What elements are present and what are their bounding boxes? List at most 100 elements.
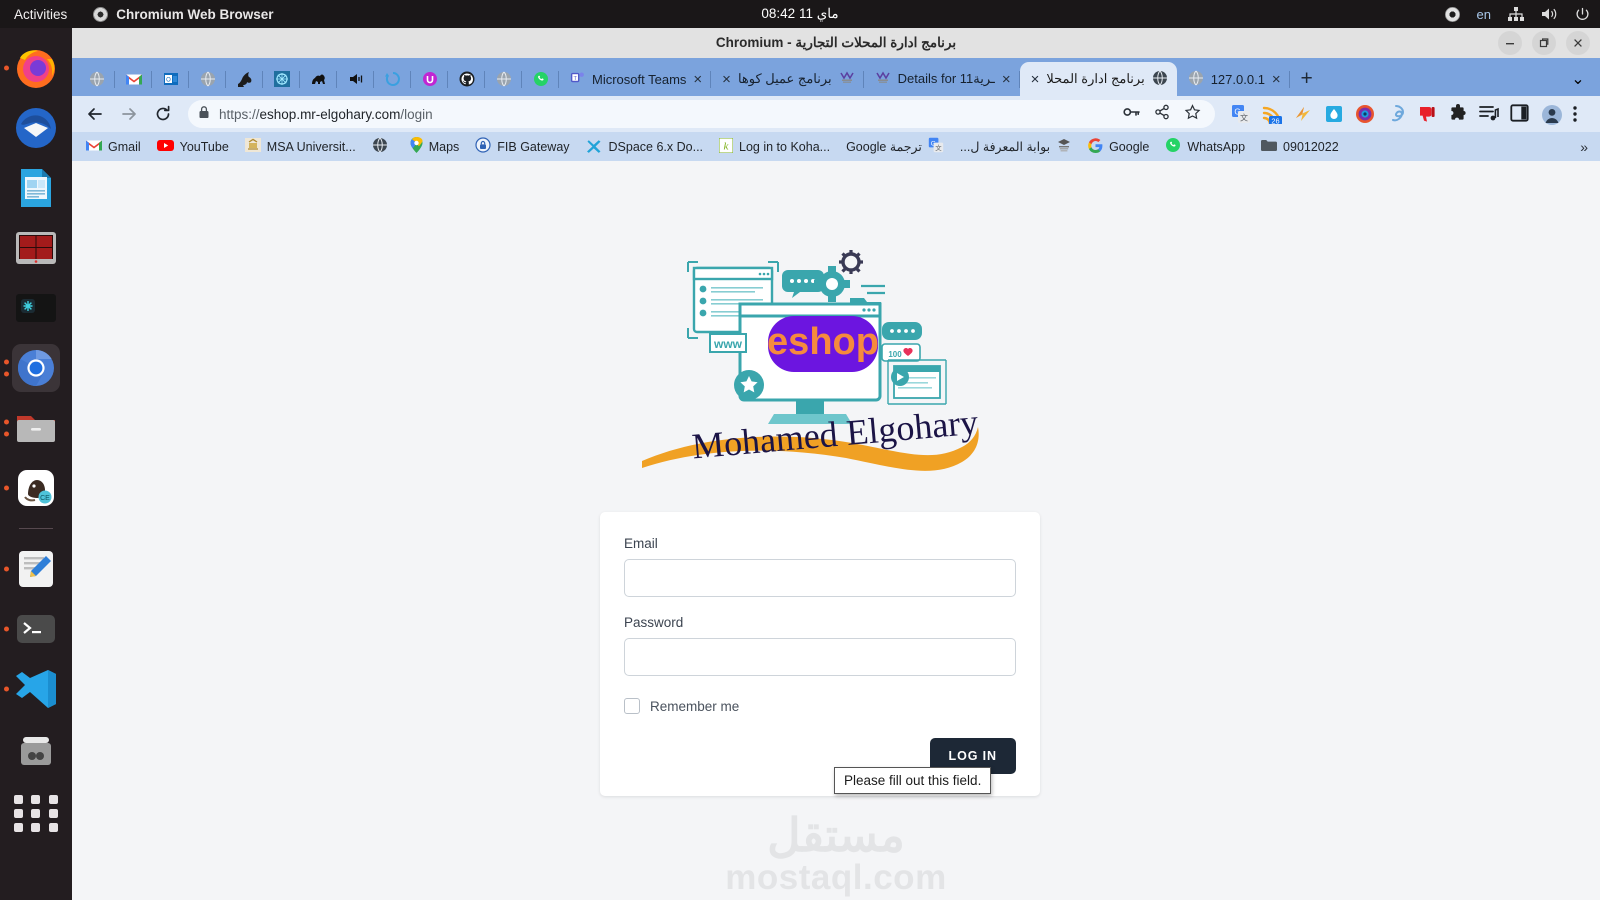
youtube-dislike-icon[interactable]: [1417, 104, 1437, 124]
bookmark-globe[interactable]: [364, 134, 402, 159]
bookmarks-overflow-button[interactable]: »: [1580, 139, 1594, 155]
running-indicator: [4, 485, 9, 491]
activities-button[interactable]: Activities: [0, 7, 81, 22]
tab-close-icon[interactable]: ×: [1031, 72, 1040, 87]
bookmark-msa-university[interactable]: MSA Universit...: [237, 135, 364, 158]
bookmark-knowledge-gateway[interactable]: بوابة المعرفة ل...: [952, 135, 1080, 159]
running-indicator: [4, 65, 9, 71]
bookmark-google[interactable]: Google: [1080, 135, 1157, 159]
keyboard-layout-indicator[interactable]: en: [1477, 7, 1491, 22]
bookmark-folder-09012022[interactable]: 09012022: [1253, 136, 1347, 158]
tab-close-icon[interactable]: ×: [1272, 72, 1281, 87]
star-icon[interactable]: [1184, 103, 1201, 125]
running-indicator-2: [4, 371, 9, 377]
dock-item-vscode[interactable]: [4, 665, 60, 713]
lightning-icon[interactable]: [1293, 104, 1313, 124]
rss-reader-icon[interactable]: 26: [1262, 104, 1282, 125]
tab-active-eshop[interactable]: برنامج ادارة المحلا ×: [1019, 62, 1177, 96]
tab-favicon-outlook[interactable]: O: [152, 62, 189, 96]
forward-button[interactable]: [114, 99, 144, 129]
water-drop-icon[interactable]: [1324, 104, 1344, 124]
running-indicator: [4, 359, 9, 365]
tab-strip: O T Microsoft Teams × برنامج عميل كوها ×…: [72, 58, 1600, 96]
dock-item-terminal-grid[interactable]: [12, 224, 60, 272]
camera-lens-icon[interactable]: [1355, 104, 1375, 124]
share-icon[interactable]: [1154, 104, 1170, 125]
profile-avatar-icon[interactable]: [1541, 104, 1562, 125]
dock-item-files[interactable]: [4, 404, 60, 452]
dock-item-thunderbird[interactable]: [12, 104, 60, 152]
reload-button[interactable]: [148, 99, 178, 129]
eshop-badge-text: eshop: [767, 321, 879, 363]
tab-details-for-11[interactable]: Details for 11ـرية ×: [864, 62, 1020, 96]
tab-favicon-ublock[interactable]: [411, 62, 448, 96]
dock-item-firefox[interactable]: [4, 44, 60, 92]
show-applications-button[interactable]: [12, 789, 60, 837]
bookmark-google-translate[interactable]: G文 ترجمة Google: [838, 134, 952, 159]
network-icon[interactable]: [1508, 7, 1524, 21]
bookmark-label: YouTube: [179, 139, 229, 154]
tab-favicon-speaker[interactable]: [337, 62, 374, 96]
gnome-top-bar: Activities Chromium Web Browser ماي 11 0…: [0, 0, 1600, 28]
bookmark-dspace[interactable]: DSpace 6.x Do...: [578, 135, 712, 159]
system-tray[interactable]: en: [1444, 6, 1590, 22]
omnibox-actions: [1123, 103, 1205, 125]
bookmark-maps[interactable]: Maps: [402, 134, 468, 159]
email-input[interactable]: [624, 559, 1016, 597]
tab-favicon-github[interactable]: [448, 62, 485, 96]
bookmark-gmail[interactable]: Gmail: [78, 136, 149, 158]
power-icon[interactable]: [1575, 7, 1590, 22]
dock-item-terminal[interactable]: [4, 605, 60, 653]
spiral-icon[interactable]: [1386, 104, 1406, 124]
tab-close-icon[interactable]: ×: [693, 72, 702, 87]
tab-favicon-gmail[interactable]: [115, 62, 152, 96]
login-card: Email Password Remember me LOG IN: [600, 512, 1040, 796]
screen-record-icon[interactable]: [1444, 6, 1460, 22]
bookmark-koha-login[interactable]: k Log in to Koha...: [711, 135, 838, 159]
focused-app-indicator[interactable]: Chromium Web Browser: [93, 6, 274, 22]
tab-favicon-camel[interactable]: [300, 62, 337, 96]
side-panel-icon[interactable]: [1510, 104, 1530, 124]
tab-favicon-pattern[interactable]: [263, 62, 300, 96]
tab-microsoft-teams[interactable]: T Microsoft Teams ×: [559, 62, 712, 96]
tab-favicon-globe-1[interactable]: [78, 62, 115, 96]
bookmark-label: ترجمة Google: [846, 140, 922, 154]
google-translate-icon[interactable]: G文: [1231, 104, 1251, 124]
bookmarks-bar: Gmail YouTube MSA Universit... Maps FIB …: [72, 132, 1600, 161]
bookmark-youtube[interactable]: YouTube: [149, 136, 237, 158]
tab-favicon-loop[interactable]: [374, 62, 411, 96]
tab-favicon-globe-2[interactable]: [189, 62, 226, 96]
tab-search-chevron-icon[interactable]: ⌄: [1562, 62, 1594, 96]
tab-favicon-globe-3[interactable]: [485, 62, 522, 96]
clock[interactable]: ماي 11 08:42: [761, 6, 838, 22]
tab-koha-client[interactable]: برنامج عميل كوها ×: [711, 62, 865, 96]
puzzle-extensions-icon[interactable]: [1448, 104, 1468, 124]
close-button[interactable]: [1566, 31, 1590, 55]
tab-favicon-whatsapp[interactable]: [522, 62, 559, 96]
tab-close-icon[interactable]: ×: [1002, 72, 1011, 87]
media-playlist-icon[interactable]: [1479, 104, 1499, 124]
tab-favicon-raptor[interactable]: [226, 62, 263, 96]
remember-me-checkbox[interactable]: [624, 698, 640, 714]
new-tab-button[interactable]: +: [1290, 62, 1324, 96]
tab-localhost[interactable]: 127.0.0.1 ×: [1177, 62, 1290, 96]
back-button[interactable]: [80, 99, 110, 129]
chromium-icon: [93, 6, 109, 22]
volume-icon[interactable]: [1541, 7, 1558, 21]
remember-me-row[interactable]: Remember me: [624, 698, 1016, 714]
dock-item-snowflake-app[interactable]: [12, 284, 60, 332]
maximize-button[interactable]: [1532, 31, 1556, 55]
key-icon[interactable]: [1123, 105, 1140, 124]
bookmark-fib-gateway[interactable]: FIB Gateway: [467, 134, 577, 159]
three-dot-menu-icon[interactable]: [1572, 104, 1592, 124]
dock-item-chromium[interactable]: [4, 344, 60, 392]
minimize-button[interactable]: [1498, 31, 1522, 55]
bookmark-whatsapp[interactable]: WhatsApp: [1157, 134, 1253, 159]
password-input[interactable]: [624, 638, 1016, 676]
dock-item-libreoffice-writer[interactable]: [12, 164, 60, 212]
tab-close-icon[interactable]: ×: [722, 72, 731, 87]
dock-item-text-editor[interactable]: [4, 545, 60, 593]
address-bar[interactable]: https://eshop.mr-elgohary.com/login: [188, 100, 1215, 128]
dock-item-trash[interactable]: [12, 725, 60, 773]
dock-item-dbeaver[interactable]: CE: [4, 464, 60, 512]
